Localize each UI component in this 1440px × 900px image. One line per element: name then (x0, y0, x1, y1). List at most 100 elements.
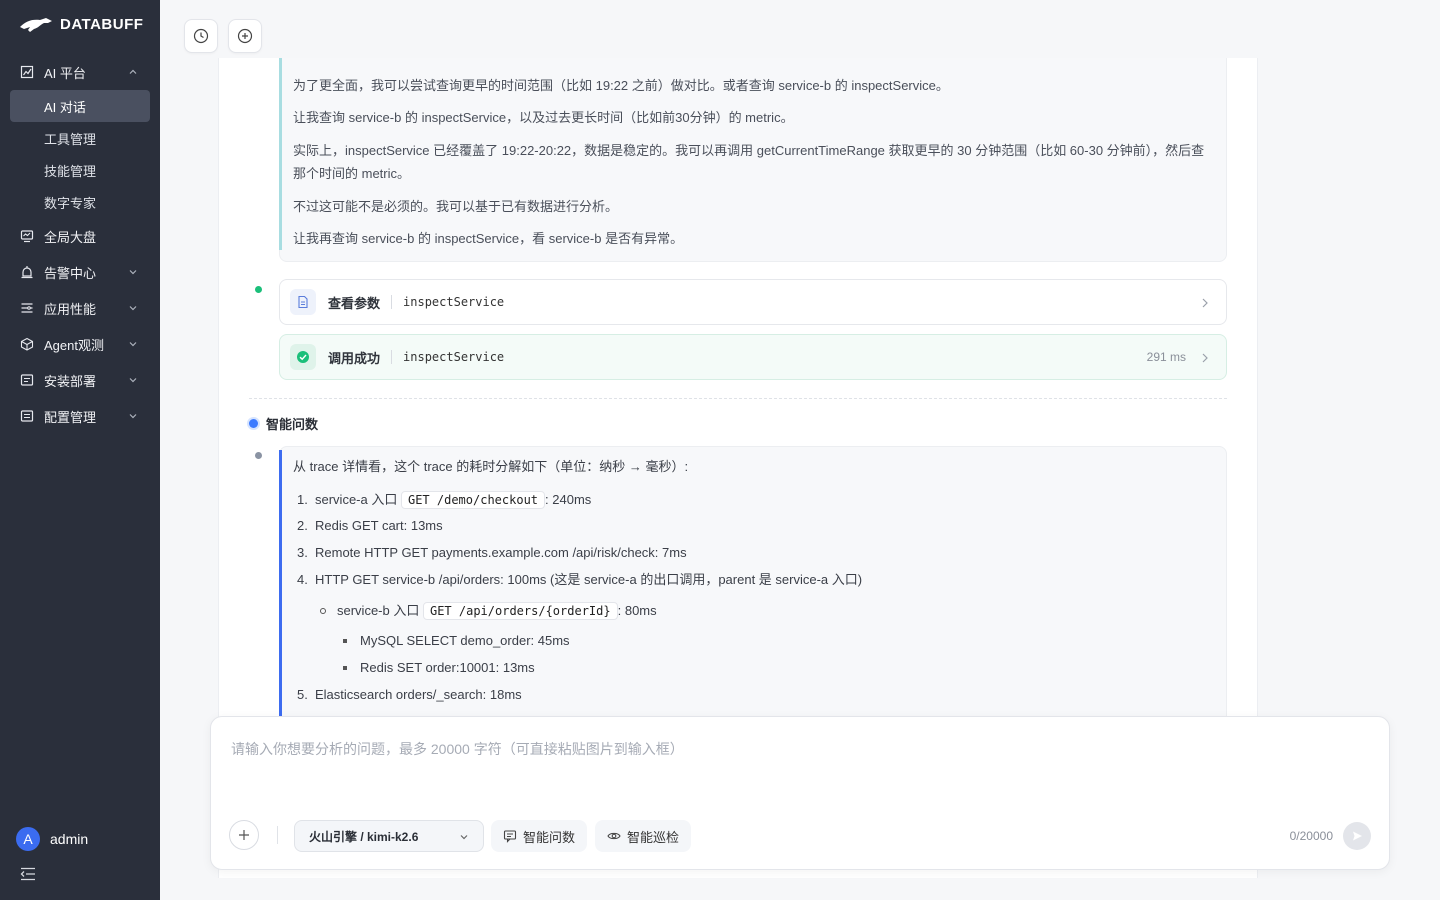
settings-doc-icon (20, 409, 34, 423)
tool-call-name: inspectService (403, 350, 505, 364)
timeline-dot (255, 286, 262, 293)
nav-group-label: 告警中心 (44, 265, 97, 281)
thinking-line: 让我查询 service-b 的 inspectService，以及过去更长时间… (293, 110, 794, 125)
chevron-down-icon (129, 342, 137, 347)
model-select-value: 火山引擎 / kimi-k2.6 (309, 829, 419, 844)
avatar: A (16, 827, 40, 851)
list-icon (20, 301, 34, 315)
document-icon (20, 373, 34, 387)
history-button[interactable] (184, 19, 218, 53)
section-header: 智能问数 (249, 414, 318, 433)
sidebar-item-ai-chat[interactable]: AI 对话 (10, 90, 150, 122)
sub-sub-list-item: Redis SET order:10001: 13ms (360, 660, 535, 675)
nav-group-label: 配置管理 (44, 409, 97, 425)
char-count: 0/20000 (1289, 829, 1333, 843)
nav-group-label: 安装部署 (44, 373, 97, 389)
check-circle-icon (290, 344, 316, 370)
user-name: admin (50, 831, 89, 847)
send-icon (1353, 831, 1362, 841)
sidebar: DATABUFF AI 平台 AI 对话 工具管理 技能管理 数字专家 全局大盘… (0, 0, 160, 900)
sub-sub-list-item: MySQL SELECT demo_order: 45ms (360, 633, 570, 648)
chat-data-icon (503, 830, 517, 843)
chevron-down-icon (129, 306, 137, 311)
sidebar-nav: AI 平台 AI 对话 工具管理 技能管理 数字专家 全局大盘 告警中心 应用性… (0, 54, 160, 434)
chart-line-icon (20, 65, 34, 79)
brand-logo[interactable]: DATABUFF (18, 12, 143, 36)
divider (391, 350, 393, 364)
smart-query-chip[interactable]: 智能问数 (491, 820, 588, 852)
nav-group-ai-platform[interactable]: AI 平台 (0, 54, 160, 90)
list-item: 3. Remote HTTP GET payments.example.com /… (297, 545, 687, 560)
tool-call-label: 查看参数 (328, 295, 381, 311)
nav-group-agent-observe[interactable]: Agent观测 (0, 326, 160, 362)
bullet-icon (320, 608, 326, 614)
nav-group-config-management[interactable]: 配置管理 (0, 398, 160, 434)
chevron-down-icon (129, 414, 137, 419)
nav-group-label: 全局大盘 (44, 229, 97, 245)
chevron-up-icon (129, 69, 137, 74)
thinking-accent-bar (279, 58, 282, 250)
chat-input[interactable]: 请输入你想要分析的问题，最多 20000 字符（可直接粘贴图片到输入框） (231, 739, 1331, 759)
section-title: 智能问数 (266, 417, 319, 432)
answer-intro: 从 trace 详情看，这个 trace 的耗时分解如下（单位：纳秒 → 毫秒）… (293, 459, 689, 474)
smart-query-label: 智能问数 (523, 829, 576, 845)
sub-list-item: service-b 入口 GET /api/orders/{orderId}: … (337, 602, 657, 620)
tool-call-params-card[interactable]: 查看参数 inspectService (279, 279, 1227, 325)
nav-group-alarm-center[interactable]: 告警中心 (0, 254, 160, 290)
chevron-down-icon (460, 835, 468, 840)
plus-circle-icon (237, 28, 253, 44)
history-icon (193, 28, 209, 44)
nav-group-label: AI 平台 (44, 65, 86, 81)
divider (277, 826, 278, 844)
tool-call-duration: 291 ms (1146, 350, 1186, 364)
chat-input-box: 请输入你想要分析的问题，最多 20000 字符（可直接粘贴图片到输入框） 火山引… (210, 716, 1390, 870)
bullet-icon (343, 666, 347, 670)
model-select[interactable]: 火山引擎 / kimi-k2.6 (294, 820, 484, 852)
list-item: 2. Redis GET cart: 13ms (297, 518, 443, 533)
list-item: 1. service-a 入口 GET /demo/checkout: 240ms (297, 491, 592, 509)
thinking-line: 实际上，inspectService 已经覆盖了 19:22-20:22，数据是… (293, 143, 1205, 181)
nav-group-app-performance[interactable]: 应用性能 (0, 290, 160, 326)
plus-icon (239, 830, 249, 840)
send-button[interactable] (1343, 822, 1371, 850)
nav-group-install-deploy[interactable]: 安装部署 (0, 362, 160, 398)
smart-inspect-label: 智能巡检 (627, 829, 680, 845)
tool-call-success-card[interactable]: 调用成功 inspectService 291 ms (279, 334, 1227, 380)
leopard-logo-icon (20, 18, 52, 32)
bullet-icon (343, 639, 347, 643)
brand-name: DATABUFF (60, 15, 144, 33)
chevron-down-icon (129, 270, 137, 275)
sidebar-item-skill-management[interactable]: 技能管理 (10, 154, 150, 186)
tool-call-name: inspectService (403, 295, 505, 309)
list-item: 5. Elasticsearch orders/_search: 18ms (297, 687, 522, 702)
answer-accent-bar (279, 450, 282, 750)
thinking-line: 不过这可能不是必须的。我可以基于已有数据进行分析。 (293, 199, 619, 214)
chevron-right-icon (1202, 353, 1208, 363)
chevron-down-icon (129, 378, 137, 383)
monitor-icon (20, 229, 34, 243)
smart-inspect-chip[interactable]: 智能巡检 (595, 820, 692, 852)
nav-group-label: Agent观测 (44, 337, 104, 353)
eye-icon (607, 832, 621, 840)
nav-group-label: 应用性能 (44, 301, 97, 317)
user-profile[interactable]: A admin (16, 827, 88, 851)
divider (391, 295, 393, 309)
list-item: 4. HTTP GET service-b /api/orders: 100ms … (297, 572, 863, 587)
timeline-dot (255, 452, 262, 459)
nav-group-global-dashboard[interactable]: 全局大盘 (0, 218, 160, 254)
collapse-sidebar-icon[interactable] (20, 866, 36, 882)
thinking-line: 让我再查询 service-b 的 inspectService，看 servi… (293, 231, 684, 246)
attach-button[interactable] (229, 820, 259, 850)
section-divider (249, 398, 1227, 399)
inline-code: GET /demo/checkout (400, 491, 546, 509)
file-icon (290, 289, 316, 315)
inline-code: GET /api/orders/{orderId} (422, 602, 618, 620)
section-dot-icon (249, 419, 258, 428)
cube-icon (20, 337, 34, 351)
sidebar-item-tool-management[interactable]: 工具管理 (10, 122, 150, 154)
new-chat-button[interactable] (228, 19, 262, 53)
main-area: 为了更全面，我可以尝试查询更早的时间范围（比如 19:22 之前）做对比。或者查… (160, 0, 1440, 900)
sidebar-item-digital-expert[interactable]: 数字专家 (10, 186, 150, 218)
chevron-right-icon (1202, 298, 1208, 308)
thinking-line: 为了更全面，我可以尝试查询更早的时间范围（比如 19:22 之前）做对比。或者查… (293, 78, 949, 93)
